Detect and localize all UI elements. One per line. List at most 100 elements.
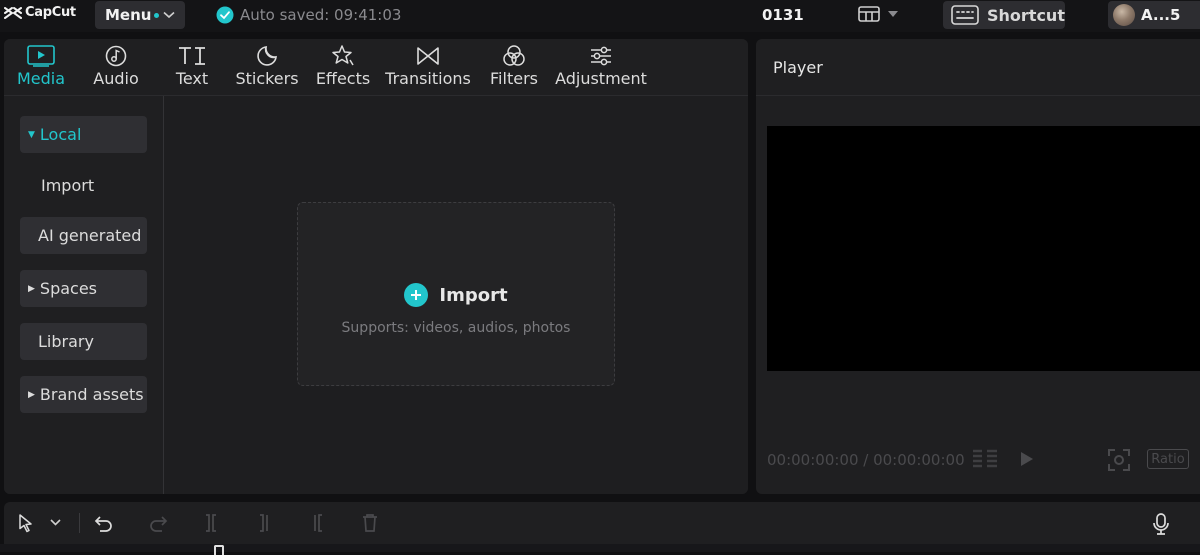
import-title-row: Import <box>298 283 614 307</box>
autosave-status: Auto saved: 09:41:03 <box>216 6 401 24</box>
text-icon <box>177 43 207 69</box>
layout-grid-icon <box>858 6 880 22</box>
import-drop-zone[interactable]: Import Supports: videos, audios, photos <box>297 202 615 386</box>
chevron-down-icon <box>163 11 176 19</box>
split-button[interactable] <box>202 513 220 533</box>
sidebar-item-label: AI generated <box>38 226 142 245</box>
tab-label: Filters <box>490 69 538 88</box>
tab-stickers[interactable]: Stickers <box>235 43 299 93</box>
player-title: Player <box>773 58 823 77</box>
keyboard-icon <box>951 5 979 25</box>
shortcut-label: Shortcut <box>987 5 1065 25</box>
undo-icon <box>94 513 114 533</box>
import-subtitle: Supports: videos, audios, photos <box>341 320 571 336</box>
sidebar-item-library[interactable]: Library <box>20 323 147 360</box>
tab-transitions[interactable]: Transitions <box>385 43 471 93</box>
focus-frame-icon <box>1107 448 1131 472</box>
record-voiceover-button[interactable] <box>1152 513 1170 535</box>
split-icon <box>202 513 220 533</box>
redo-icon <box>148 513 168 533</box>
sidebar-item-brand-assets[interactable]: ▶ Brand assets <box>20 376 147 413</box>
player-timecode: 00:00:00:00 / 00:00:00:00 <box>767 451 965 469</box>
tab-media[interactable]: Media <box>13 43 69 93</box>
microphone-icon <box>1152 513 1170 535</box>
media-panel: Media Audio Text Stickers Effects Transi… <box>4 39 748 494</box>
player-header: Player <box>756 39 1200 96</box>
split-left-icon <box>256 513 274 533</box>
layout-button[interactable] <box>858 6 898 22</box>
tab-label: Audio <box>93 69 139 88</box>
select-tool-dropdown[interactable] <box>50 519 61 526</box>
delete-button[interactable] <box>361 513 379 533</box>
caret-down-icon: ▼ <box>28 129 35 140</box>
effects-icon <box>331 43 355 69</box>
project-name[interactable]: 0131 <box>762 6 804 24</box>
avatar <box>1113 4 1135 26</box>
player-screen[interactable] <box>767 126 1200 371</box>
redo-button[interactable] <box>148 513 168 533</box>
sidebar-item-label: Local <box>39 125 82 144</box>
tab-adjustment[interactable]: Adjustment <box>554 43 648 93</box>
tab-label: Media <box>16 69 66 88</box>
tab-label: Effects <box>315 69 371 88</box>
asset-tab-bar: Media Audio Text Stickers Effects Transi… <box>4 39 748 96</box>
check-circle-icon <box>216 6 234 24</box>
fullscreen-focus-button[interactable] <box>1107 448 1131 472</box>
import-title: Import <box>439 284 508 306</box>
cursor-icon <box>16 513 36 533</box>
top-bar: CapCut Menu Auto saved: 09:41:03 0131 Sh… <box>0 0 1200 32</box>
shortcut-button[interactable]: Shortcut <box>943 1 1065 29</box>
account-label: A...5 <box>1141 6 1181 24</box>
menu-button[interactable]: Menu <box>95 1 185 29</box>
sidebar-item-import[interactable]: Import <box>20 167 147 204</box>
caret-right-icon: ▶ <box>28 389 35 400</box>
autosave-text: Auto saved: 09:41:03 <box>240 6 402 24</box>
media-sidebar: ▼ Local Import AI generated ▶ Spaces Lib… <box>4 96 164 494</box>
menu-notification-dot <box>154 12 160 18</box>
tab-text[interactable]: Text <box>164 43 220 93</box>
tab-effects[interactable]: Effects <box>316 43 370 93</box>
tab-label: Adjustment <box>555 69 647 88</box>
sidebar-item-label: Spaces <box>39 279 98 298</box>
tab-audio[interactable]: Audio <box>88 43 144 93</box>
media-content: Import Supports: videos, audios, photos <box>164 96 748 494</box>
tab-filters[interactable]: Filters <box>486 43 542 93</box>
undo-button[interactable] <box>94 513 114 533</box>
ratio-button[interactable]: Ratio <box>1147 449 1189 469</box>
sidebar-item-ai-generated[interactable]: AI generated <box>20 217 147 254</box>
toolbar-divider <box>79 513 80 533</box>
sidebar-item-label: Import <box>41 176 95 195</box>
select-tool-button[interactable] <box>16 513 36 533</box>
trash-icon <box>361 513 379 533</box>
menu-label: Menu <box>105 6 152 24</box>
transitions-icon <box>416 43 440 69</box>
split-right-button[interactable] <box>308 513 326 533</box>
timeline-ruler[interactable] <box>0 544 1200 552</box>
tab-label: Transitions <box>385 69 471 88</box>
play-icon <box>1020 451 1034 467</box>
split-left-button[interactable] <box>256 513 274 533</box>
plus-icon <box>404 283 429 307</box>
tab-label: Stickers <box>235 69 299 88</box>
play-button[interactable] <box>1020 451 1034 467</box>
caret-right-icon: ▶ <box>28 283 35 294</box>
sidebar-item-label: Brand assets <box>39 385 144 404</box>
media-icon <box>27 43 55 69</box>
sidebar-item-spaces[interactable]: ▶ Spaces <box>20 270 147 307</box>
caret-down-icon <box>888 11 898 17</box>
app-logo: CapCut <box>4 5 76 20</box>
adjustment-icon <box>589 43 613 69</box>
sidebar-item-local[interactable]: ▼ Local <box>20 116 147 153</box>
filters-icon <box>502 43 526 69</box>
account-button[interactable]: A...5 <box>1108 1 1200 29</box>
audio-icon <box>105 43 127 69</box>
list-grid-icon <box>971 448 999 470</box>
timeline-playhead[interactable] <box>214 545 224 555</box>
stickers-icon <box>256 43 278 69</box>
sidebar-item-label: Library <box>38 332 94 351</box>
player-panel: Player 00:00:00:00 / 00:00:00:00 Ratio <box>756 39 1200 494</box>
logo-text: CapCut <box>25 5 76 20</box>
timeline-toolbar <box>4 502 1200 544</box>
capcut-logo-icon <box>4 6 22 20</box>
timeline-view-button[interactable] <box>971 448 999 470</box>
